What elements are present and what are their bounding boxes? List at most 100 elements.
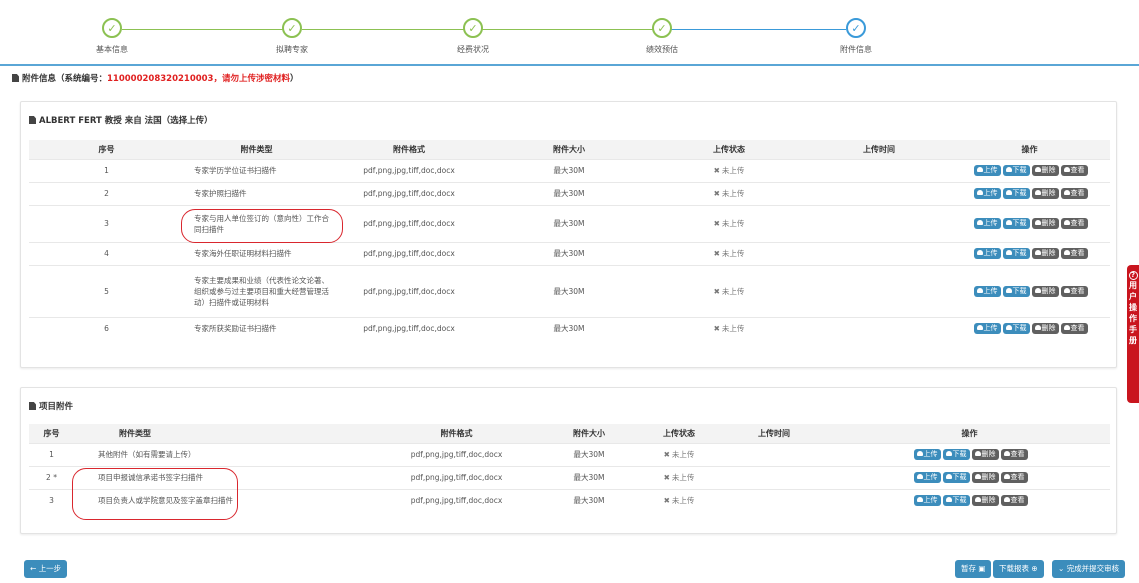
submit-button[interactable]: ⌄ 完成并提交审核 [1052, 560, 1126, 578]
panel-title: 项目附件 [21, 400, 81, 412]
download-label: 下载 [1012, 219, 1027, 227]
delete-button[interactable]: 删除 [1031, 285, 1059, 297]
step-basic-info[interactable]: ✓ 基本信息 [52, 18, 172, 55]
view-button[interactable]: 查看 [1060, 188, 1088, 199]
trash-icon [1034, 250, 1041, 255]
upload-label: 上传 [983, 286, 998, 295]
image-icon [1063, 325, 1070, 331]
upload-time [809, 181, 949, 205]
attachment-size-text: 最大30M [573, 496, 605, 506]
delete-button[interactable]: 删除 [1031, 323, 1059, 335]
table-row: 2 * 项目申报诚信承诺书签字扫描件 pdf,png,jpg,tiff,doc,do… [29, 465, 1110, 489]
step-funding[interactable]: ✓ 经费状况 [413, 18, 533, 55]
view-label: 查看 [1010, 473, 1025, 481]
row-number-text: 1 [104, 166, 109, 175]
step-label: 拟聘专家 [276, 45, 308, 54]
download-button[interactable]: 下载 [1002, 188, 1030, 199]
delete-button[interactable]: 删除 [1031, 248, 1059, 259]
delete-button[interactable]: 删除 [1031, 165, 1059, 176]
download-button[interactable]: 下载 [1002, 248, 1030, 259]
step-experts[interactable]: ✓ 拟聘专家 [232, 18, 352, 55]
row-number: 3 [29, 488, 74, 512]
delete-button[interactable]: 删除 [971, 472, 999, 483]
view-button[interactable]: 查看 [1060, 218, 1088, 229]
cloud-download-icon [1005, 190, 1012, 195]
upload-time [809, 158, 949, 182]
row-number-text: 3 [49, 496, 54, 506]
save-draft-button[interactable]: 暂存 ▣ [955, 560, 992, 578]
trash-icon [974, 497, 981, 503]
view-label: 查看 [1070, 286, 1085, 295]
upload-button[interactable]: 上传 [973, 285, 1001, 297]
step-attachments[interactable]: ✓ 附件信息 [796, 18, 916, 55]
side-tab-char: 户 [1129, 292, 1137, 301]
view-button[interactable]: 查看 [1060, 165, 1088, 176]
table-row: 5 专家主要成果和业绩（代表性论文论著、组织或参与过主要项目和重大经营管理活动）扫… [29, 264, 1110, 317]
upload-status: ✖ 未上传 [649, 204, 809, 242]
cloud-download-icon [945, 474, 952, 479]
view-button[interactable]: 查看 [1060, 248, 1088, 259]
status-text: 未上传 [721, 286, 745, 296]
upload-status: ✖ 未上传 [639, 465, 719, 489]
status-text: 未上传 [721, 166, 745, 175]
col-no: 序号 [29, 140, 184, 159]
progress-stepper: ✓ 基本信息 ✓ 拟聘专家 ✓ 经费状况 ✓ 绩效预估 ✓ 附件信息 [0, 0, 1139, 66]
upload-button[interactable]: 上传 [913, 472, 941, 483]
upload-button[interactable]: 上传 [973, 188, 1001, 199]
download-button[interactable]: 下载 [942, 472, 970, 483]
delete-button[interactable]: 删除 [971, 495, 999, 507]
upload-status: ✖ 未上传 [639, 488, 719, 512]
x-icon: ✖ [713, 166, 720, 175]
delete-button[interactable]: 删除 [1031, 188, 1059, 199]
user-manual-tab[interactable]: ? 用户操作手册 [1127, 265, 1139, 403]
table-row: 3 项目负责人或学院意见及签字盖章扫描件 pdf,png,jpg,tiff,doc,… [29, 488, 1110, 512]
upload-button[interactable]: 上传 [913, 449, 941, 460]
upload-button[interactable]: 上传 [973, 218, 1001, 229]
download-button[interactable]: 下载 [1002, 285, 1030, 297]
table-row: 6 专家所获奖励证书扫描件 pdf,png,jpg,tiff,doc,docx 最大3… [29, 316, 1110, 340]
attachment-type-text: 项目申报诚信承诺书签字扫描件 [98, 473, 203, 482]
cloud-download-icon [945, 451, 952, 456]
attachment-format: pdf,png,jpg,tiff,doc,docx [374, 488, 539, 512]
image-icon [1003, 451, 1010, 456]
delete-label: 删除 [1041, 324, 1056, 333]
side-tab-char: 操 [1129, 303, 1137, 312]
attachment-type: 项目申报诚信承诺书签字扫描件 [74, 465, 374, 489]
cloud-upload-icon [976, 250, 983, 255]
attachment-type-text: 专家护照扫描件 [194, 189, 247, 198]
view-button[interactable]: 查看 [1000, 472, 1028, 483]
step-performance[interactable]: ✓ 绩效预估 [602, 18, 722, 55]
download-report-button[interactable]: 下载报表 ⊕ [993, 560, 1044, 578]
download-button[interactable]: 下载 [1002, 165, 1030, 176]
x-icon: ✖ [713, 189, 720, 198]
image-icon [1063, 190, 1070, 195]
file-icon [29, 402, 36, 410]
attachment-type-text: 专家所获奖励证书扫描件 [194, 324, 277, 334]
download-button[interactable]: 下载 [1002, 218, 1030, 229]
image-icon [1063, 167, 1070, 172]
table-row: 1 专家学历学位证书扫描件 pdf,png,jpg,tiff,doc,docx 最大3… [29, 158, 1110, 182]
prev-button[interactable]: ← 上一步 [24, 560, 68, 578]
attachment-format-text: pdf,png,jpg,tiff,doc,docx [363, 219, 455, 228]
table-row: 3 专家与用人单位签订的（意向性）工作合同扫描件 pdf,png,jpg,tiff,… [29, 204, 1110, 242]
view-button[interactable]: 查看 [1060, 285, 1088, 297]
view-button[interactable]: 查看 [1000, 495, 1028, 507]
upload-status: ✖ 未上传 [649, 241, 809, 265]
step-label: 附件信息 [840, 45, 872, 54]
download-button[interactable]: 下载 [942, 449, 970, 460]
upload-button[interactable]: 上传 [973, 165, 1001, 176]
status-text: 未上传 [671, 496, 695, 506]
delete-button[interactable]: 删除 [971, 449, 999, 460]
upload-button[interactable]: 上传 [913, 495, 941, 507]
x-icon: ✖ [663, 473, 670, 482]
download-button[interactable]: 下载 [942, 495, 970, 507]
attachment-format-text: pdf,png,jpg,tiff,doc,docx [363, 249, 455, 258]
upload-button[interactable]: 上传 [973, 323, 1001, 335]
delete-button[interactable]: 删除 [1031, 218, 1059, 229]
upload-button[interactable]: 上传 [973, 248, 1001, 259]
download-button[interactable]: 下载 [1002, 323, 1030, 335]
view-button[interactable]: 查看 [1000, 449, 1028, 460]
view-button[interactable]: 查看 [1060, 323, 1088, 335]
table-row: 1 其他附件（如有需要请上传） pdf,png,jpg,tiff,doc,docx 最… [29, 442, 1110, 466]
row-actions: 上传 下载 删除 查看 [829, 442, 1110, 466]
